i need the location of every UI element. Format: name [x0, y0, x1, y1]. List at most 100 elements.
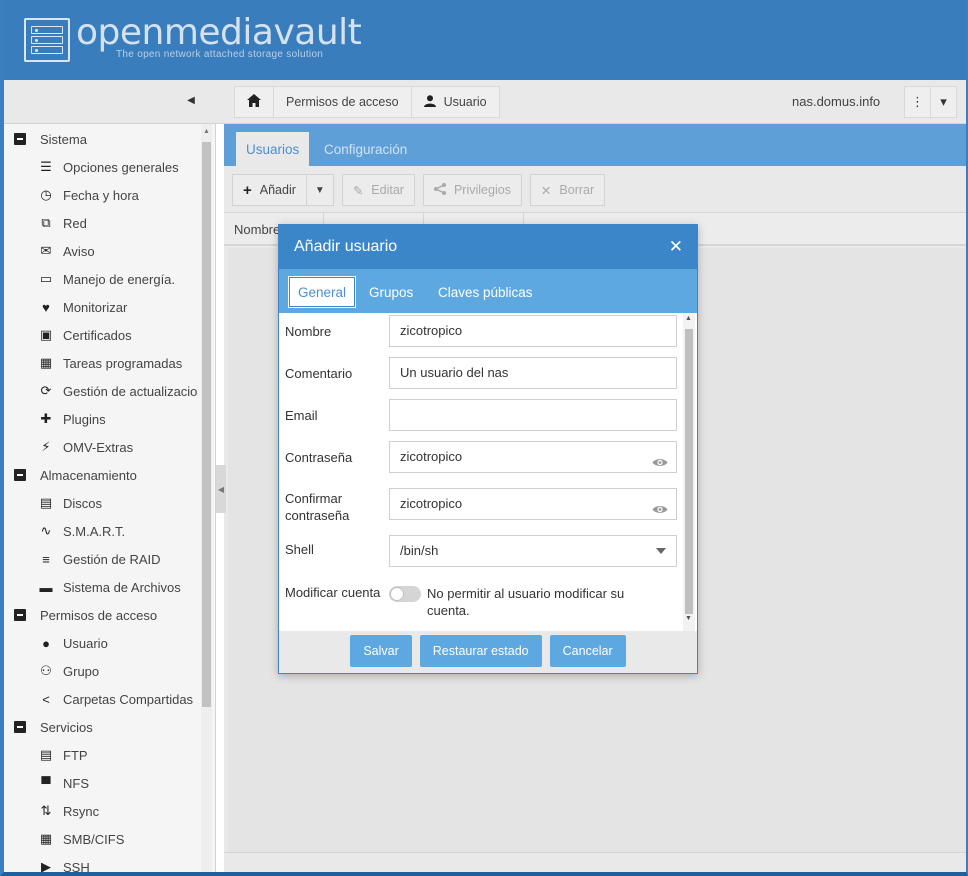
- sidebar-item[interactable]: ☰ Opciones generales: [38, 153, 178, 181]
- cancel-button[interactable]: Cancelar: [549, 635, 626, 667]
- sidebar-item[interactable]: ▦ Tareas programadas: [38, 349, 182, 377]
- scroll-up-icon[interactable]: ▲: [685, 315, 692, 322]
- collapse-sidebar-icon[interactable]: ◀: [184, 94, 198, 108]
- sidebar-group[interactable]: Permisos de acceso: [14, 601, 157, 629]
- minus-square-icon[interactable]: [14, 721, 26, 733]
- logo-icon: [24, 18, 70, 62]
- reset-button[interactable]: Restaurar estado: [419, 635, 542, 667]
- minus-square-icon[interactable]: [14, 469, 26, 481]
- calendar-clock-icon: ▦: [39, 355, 53, 370]
- sidebar-item[interactable]: ✚ Plugins: [38, 405, 106, 433]
- split-handle[interactable]: ◀: [216, 465, 226, 513]
- user-icon: ●: [42, 635, 50, 651]
- sidebar-item-label: Certificados: [63, 327, 132, 343]
- sidebar-item[interactable]: ● Usuario: [38, 629, 108, 657]
- tab-public-keys[interactable]: Claves públicas: [430, 277, 541, 307]
- shell-select[interactable]: /bin/sh: [389, 535, 677, 567]
- eye-icon[interactable]: [652, 495, 668, 525]
- more-options-icon[interactable]: ⋮: [904, 86, 931, 118]
- sidebar-group[interactable]: Almacenamiento: [14, 461, 137, 489]
- header: openmediavault The open network attached…: [4, 0, 966, 80]
- form-scrollbar[interactable]: ▲ ▼: [683, 313, 695, 631]
- sidebar-item[interactable]: ∿ S.M.A.R.T.: [38, 517, 126, 545]
- sidebar-item[interactable]: ▬ Sistema de Archivos: [38, 573, 181, 601]
- share-icon: <: [42, 691, 50, 707]
- sidebar-item[interactable]: ▤ FTP: [38, 741, 88, 769]
- sidebar-item[interactable]: ⚡ OMV-Extras: [38, 433, 133, 461]
- delete-button[interactable]: ✕ Borrar: [529, 174, 606, 206]
- confirm-password-label: Confirmar contraseña: [285, 491, 350, 523]
- privileges-button[interactable]: Privilegios: [422, 174, 522, 206]
- pencil-icon: ✎: [352, 183, 364, 198]
- minus-square-icon[interactable]: [14, 609, 26, 621]
- sidebar-item[interactable]: ▤ Discos: [38, 489, 102, 517]
- disk-icon: ▤: [39, 495, 53, 510]
- close-icon[interactable]: ✕: [669, 237, 683, 257]
- dialog-title: Añadir usuario: [279, 225, 697, 269]
- breadcrumb-home[interactable]: [234, 86, 274, 118]
- server-icon: ▤: [39, 747, 53, 762]
- email-input[interactable]: [389, 399, 677, 431]
- app-window: openmediavault The open network attached…: [0, 0, 968, 876]
- tab-users[interactable]: Usuarios: [236, 132, 310, 166]
- breadcrumb-access-rights[interactable]: Permisos de acceso: [273, 86, 412, 118]
- heartbeat-icon: ♥: [42, 299, 50, 315]
- sidebar-item[interactable]: ▭ Manejo de energía.: [38, 265, 175, 293]
- tab-groups[interactable]: Grupos: [361, 277, 421, 307]
- sidebar-item[interactable]: ♥ Monitorizar: [38, 293, 127, 321]
- minus-square-icon[interactable]: [14, 133, 26, 145]
- plug-icon: ⚡: [41, 439, 51, 454]
- password-input[interactable]: zicotropico: [389, 441, 677, 473]
- sidebar-item-label: Manejo de energía.: [63, 271, 176, 287]
- scroll-thumb[interactable]: [685, 329, 693, 614]
- confirm-password-input[interactable]: zicotropico: [389, 488, 677, 520]
- edit-button[interactable]: ✎ Editar: [341, 174, 415, 206]
- sidebar-item[interactable]: ▶ SSH: [38, 853, 90, 872]
- sidebar-item[interactable]: ▣ Certificados: [38, 321, 132, 349]
- eye-icon[interactable]: [652, 448, 668, 478]
- modify-account-toggle[interactable]: [389, 586, 421, 602]
- name-input[interactable]: zicotropico: [389, 315, 677, 347]
- sidebar-item[interactable]: ⧉ Red: [38, 209, 87, 237]
- network-icon: ⧉: [41, 215, 51, 230]
- breadcrumb-user[interactable]: Usuario: [410, 86, 500, 118]
- add-dropdown-button[interactable]: ▼: [305, 174, 334, 206]
- clock-icon: ◷: [40, 187, 52, 202]
- sidebar-scrollbar[interactable]: ▲: [201, 124, 212, 872]
- scroll-up-icon[interactable]: ▲: [203, 128, 210, 135]
- action-toolbar: + Añadir ▼ ✎ Editar Privilegios ✕ Borrar: [232, 174, 606, 206]
- add-button[interactable]: + Añadir: [232, 174, 307, 206]
- save-button[interactable]: Salvar: [350, 635, 412, 667]
- dialog-tabbar: General Grupos Claves públicas: [279, 269, 697, 313]
- database-icon: ≡: [42, 551, 50, 567]
- puzzle-icon: ✚: [40, 411, 52, 426]
- shell-label: Shell: [285, 542, 314, 557]
- sidebar-item-label: Plugins: [63, 411, 106, 427]
- hostname: nas.domus.info: [792, 94, 881, 109]
- sidebar-item-label: SMB/CIFS: [63, 831, 125, 847]
- comment-input[interactable]: Un usuario del nas: [389, 357, 677, 389]
- sidebar-group[interactable]: Sistema: [14, 125, 87, 153]
- sidebar-item-label: Red: [63, 215, 87, 231]
- sidebar-item[interactable]: ⚇ Grupo: [38, 657, 99, 685]
- sidebar-item[interactable]: ⟳ Gestión de actualizacio: [38, 377, 198, 405]
- chevron-down-icon[interactable]: ▾: [930, 86, 957, 118]
- logo-text: openmediavault: [76, 12, 362, 53]
- sidebar-item-label: Usuario: [63, 635, 108, 651]
- windows-icon: ▦: [39, 831, 53, 846]
- scroll-thumb[interactable]: [202, 142, 211, 707]
- sidebar-item[interactable]: ▦ SMB/CIFS: [38, 825, 125, 853]
- certificate-icon: ▣: [39, 327, 53, 342]
- tab-settings[interactable]: Configuración: [314, 132, 417, 166]
- sidebar-item[interactable]: ◷ Fecha y hora: [38, 181, 139, 209]
- sidebar-item[interactable]: ⇅ Rsync: [38, 797, 100, 825]
- tab-general[interactable]: General: [287, 276, 357, 308]
- sidebar-item-label: Grupo: [63, 663, 100, 679]
- sidebar-item[interactable]: ▀ NFS: [38, 769, 89, 797]
- sidebar-item[interactable]: < Carpetas Compartidas: [38, 685, 193, 713]
- scroll-down-icon[interactable]: ▼: [685, 615, 692, 622]
- sidebar-item[interactable]: ≡ Gestión de RAID: [38, 545, 160, 573]
- sidebar-item[interactable]: ✉ Aviso: [38, 237, 95, 265]
- home-icon: [247, 94, 261, 110]
- sidebar-group[interactable]: Servicios: [14, 713, 93, 741]
